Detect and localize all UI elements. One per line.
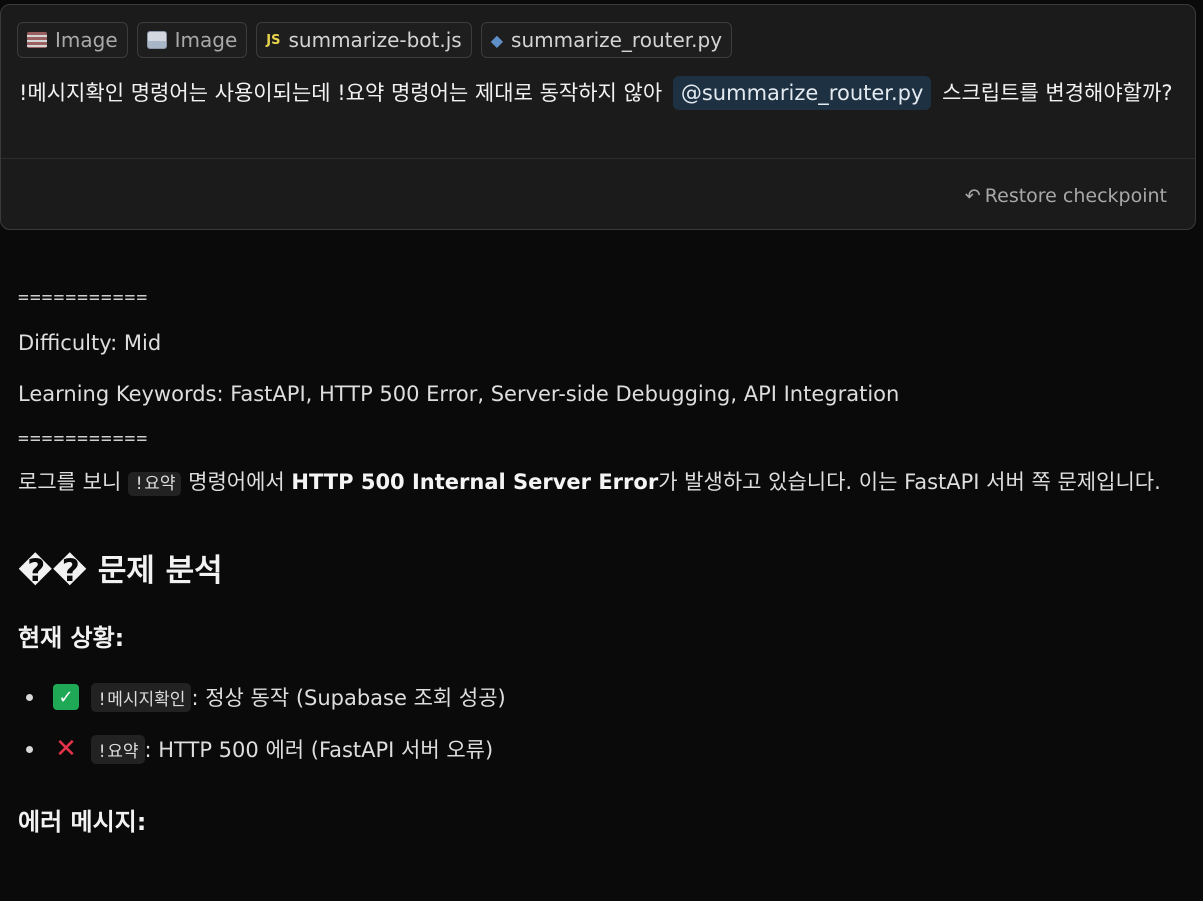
inline-code: !요약 <box>127 472 182 496</box>
intro-paragraph: 로그를 보니 !요약 명령어에서 HTTP 500 Internal Serve… <box>18 463 1188 503</box>
attachment-chip-js[interactable]: JS summarize-bot.js <box>256 22 472 58</box>
assistant-response: =========== Difficulty: Mid Learning Key… <box>18 278 1188 839</box>
heading-current-status: 현재 상황: <box>18 624 125 652</box>
attachment-chip-image-1[interactable]: Image <box>17 22 128 58</box>
attachment-label: summarize-bot.js <box>288 28 462 52</box>
undo-arrow-icon: ↶ <box>964 185 981 207</box>
python-file-icon: ◆ <box>490 30 504 50</box>
restore-checkpoint-label: Restore checkpoint <box>984 185 1167 207</box>
message-text-before: !메시지확인 명령어는 사용이되는데 !요약 명령어는 제대로 동작하지 않아 <box>19 81 663 105</box>
attachment-label: Image <box>55 28 118 52</box>
attachment-label: summarize_router.py <box>511 28 723 52</box>
status-text: : HTTP 500 에러 (FastAPI 서버 오류) <box>144 738 494 762</box>
user-message-card[interactable]: Image Image JS summarize-bot.js ◆ summar… <box>0 4 1196 230</box>
message-text-after: 스크립트를 변경해야할까? <box>942 81 1173 105</box>
attachment-chip-image-2[interactable]: Image <box>136 22 248 58</box>
message-text: !메시지확인 명령어는 사용이되는데 !요약 명령어는 제대로 동작하지 않아 … <box>19 75 1184 111</box>
attachment-chip-py[interactable]: ◆ summarize_router.py <box>480 22 733 58</box>
bullet <box>26 693 33 701</box>
status-list: ✓ !메시지확인 : 정상 동작 (Supabase 조회 성공) ✕ !요약 … <box>18 671 1188 775</box>
bullet <box>26 745 33 753</box>
check-mark-icon: ✓ <box>53 684 79 710</box>
inline-code: !요약 <box>91 734 145 764</box>
list-item: ✓ !메시지확인 : 정상 동작 (Supabase 조회 성공) <box>18 671 1188 723</box>
cross-mark-icon: ✕ <box>55 734 77 764</box>
js-file-icon: JS <box>266 32 281 48</box>
database-image-icon <box>27 32 47 48</box>
separator-rule: =========== <box>18 428 149 449</box>
restore-checkpoint-button[interactable]: ↶ Restore checkpoint <box>965 185 1167 207</box>
status-text: : 정상 동작 (Supabase 조회 성공) <box>191 686 506 710</box>
heading-error-message: 에러 메시지: <box>18 808 147 836</box>
intro-text: 가 발생하고 있습니다. 이는 FastAPI 서버 쪽 문제입니다. <box>658 470 1161 494</box>
separator-rule: =========== <box>18 287 149 308</box>
image-icon <box>146 31 167 49</box>
attachment-chips: Image Image JS summarize-bot.js ◆ summar… <box>17 22 733 58</box>
difficulty-line: Difficulty: Mid <box>18 331 162 355</box>
intro-text: 로그를 보니 <box>18 470 128 494</box>
intro-text: 명령어에서 <box>181 470 292 494</box>
intro-bold: HTTP 500 Internal Server Error <box>291 470 659 494</box>
keywords-line: Learning Keywords: FastAPI, HTTP 500 Err… <box>18 382 900 406</box>
attachment-label: Image <box>174 28 238 52</box>
file-mention[interactable]: @summarize_router.py <box>672 76 932 110</box>
list-item: ✕ !요약 : HTTP 500 에러 (FastAPI 서버 오류) <box>18 723 1188 775</box>
card-divider <box>1 158 1195 159</box>
heading-problem-analysis: �� 문제 분석 <box>18 553 223 589</box>
inline-code: !메시지확인 <box>91 682 192 712</box>
